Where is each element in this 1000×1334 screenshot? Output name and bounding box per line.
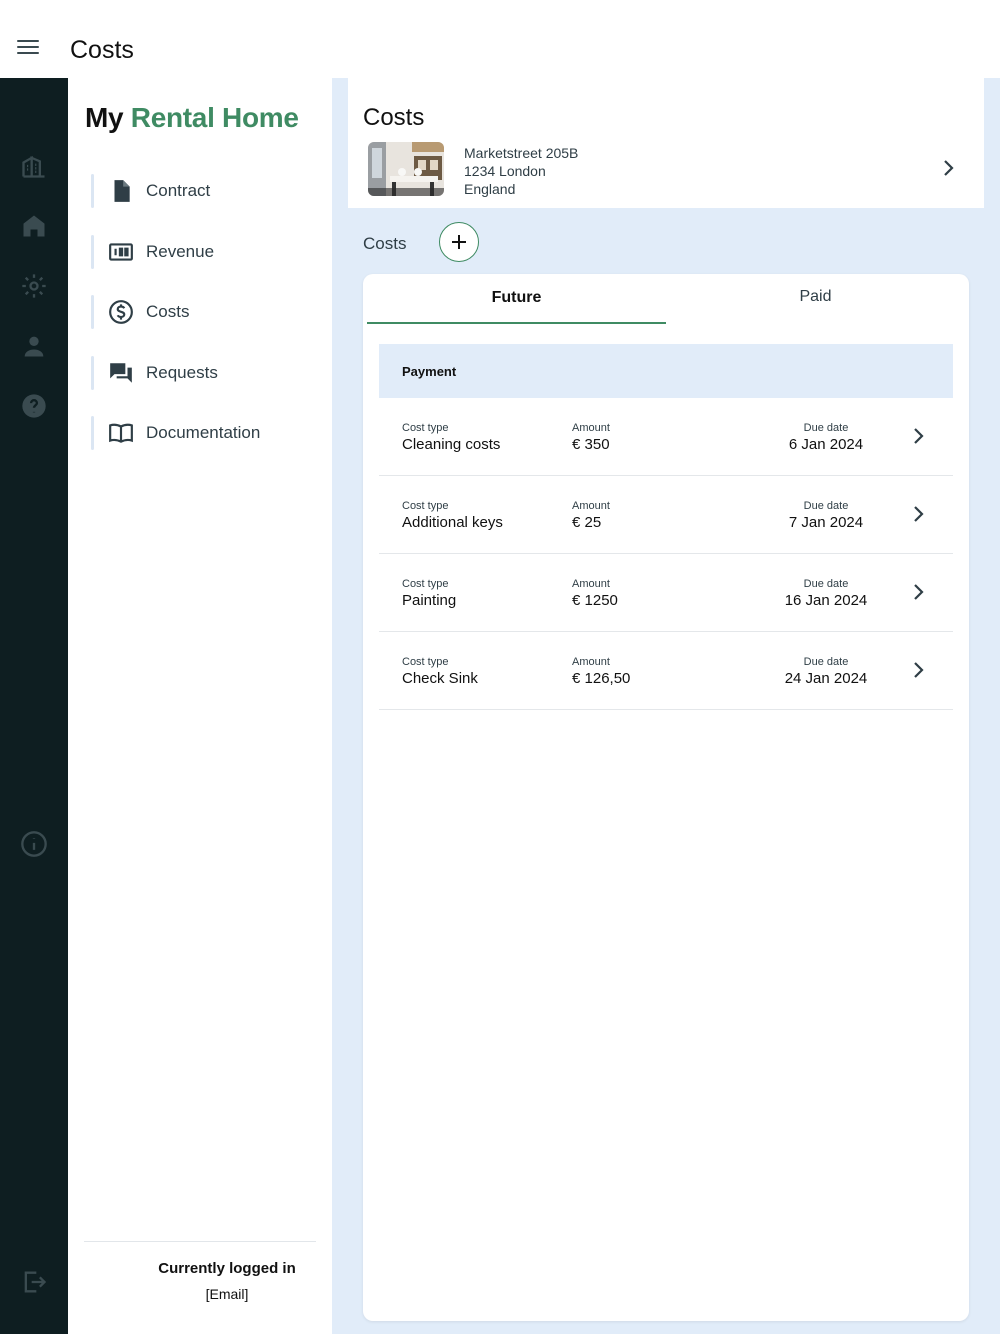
table-row[interactable]: Cost type Additional keys Amount € 25 Du…: [379, 476, 953, 554]
table-row[interactable]: Cost type Check Sink Amount € 126,50 Due…: [379, 632, 953, 710]
chevron-right-icon: [914, 584, 924, 600]
logout-icon[interactable]: [20, 1268, 48, 1296]
nav-item-revenue[interactable]: Revenue: [91, 235, 311, 269]
address-line-3: England: [464, 181, 516, 197]
info-icon[interactable]: [20, 830, 48, 858]
chevron-right-icon: [914, 506, 924, 522]
due-date-caption: Due date: [803, 578, 849, 590]
top-bar: Costs: [0, 0, 1000, 78]
buildings-icon[interactable]: [20, 152, 48, 180]
navigation-panel: My Rental Home Contract Revenue Costs Re…: [68, 78, 332, 1334]
nav-item-label: Costs: [146, 302, 190, 321]
amount-caption: Amount: [572, 422, 610, 434]
amount-value: € 25: [572, 514, 602, 531]
nav-item-contract[interactable]: Contract: [91, 174, 311, 208]
nav-item-label: Documentation: [146, 423, 261, 442]
main-content: Costs Marketstreet 205B 1234 London Engl…: [332, 78, 1000, 1334]
cost-type-value: Cleaning costs: [402, 436, 501, 453]
nav-item-requests[interactable]: Requests: [91, 356, 311, 390]
due-date-value: 24 Jan 2024: [784, 670, 868, 687]
chevron-right-icon: [914, 428, 924, 444]
brand-logo: My Rental Home: [85, 102, 299, 134]
chevron-right-icon[interactable]: [942, 158, 956, 178]
nav-item-label: Contract: [146, 181, 211, 200]
tab-future[interactable]: Future: [367, 274, 666, 324]
page-title: Costs: [70, 36, 134, 64]
chevron-right-icon: [914, 662, 924, 678]
costs-section-label: Costs: [363, 234, 407, 253]
help-icon[interactable]: [20, 392, 48, 420]
brand-my: My: [85, 102, 124, 133]
dollar-icon: [108, 299, 134, 325]
address-line-1: Marketstreet 205B: [464, 145, 579, 161]
nav-item-documentation[interactable]: Documentation: [91, 416, 311, 450]
nav-divider: [84, 1241, 316, 1242]
table-row[interactable]: Cost type Painting Amount € 1250 Due dat…: [379, 554, 953, 632]
nav-item-label: Revenue: [146, 242, 215, 261]
book-icon: [108, 420, 134, 446]
amount-value: € 126,50: [572, 670, 631, 687]
plus-icon: [452, 235, 466, 249]
property-address: Marketstreet 205B 1234 London England: [464, 144, 578, 198]
payment-heading: Payment: [379, 344, 953, 398]
amount-value: € 350: [572, 436, 610, 453]
cost-type-caption: Cost type: [402, 422, 449, 434]
due-date-caption: Due date: [803, 656, 849, 668]
address-line-2: 1234 London: [464, 163, 546, 179]
home-icon[interactable]: [20, 212, 48, 240]
banknote-icon: [108, 239, 134, 265]
hamburger-menu-icon[interactable]: [17, 40, 39, 56]
due-date-value: 6 Jan 2024: [788, 436, 864, 453]
document-icon: [108, 178, 134, 204]
add-cost-button[interactable]: [439, 222, 479, 262]
cost-type-value: Painting: [402, 592, 457, 609]
person-icon[interactable]: [20, 332, 48, 360]
due-date-caption: Due date: [803, 422, 849, 434]
amount-value: € 1250: [572, 592, 618, 609]
due-date-value: 7 Jan 2024: [788, 514, 864, 531]
icon-rail: [0, 78, 68, 1334]
cost-type-caption: Cost type: [402, 656, 449, 668]
amount-caption: Amount: [572, 578, 610, 590]
amount-caption: Amount: [572, 656, 610, 668]
nav-item-costs[interactable]: Costs: [91, 295, 311, 329]
tab-paid[interactable]: Paid: [666, 272, 965, 322]
chat-icon: [108, 360, 134, 386]
cost-type-caption: Cost type: [402, 500, 449, 512]
brand-rental-home: Rental Home: [130, 102, 299, 133]
amount-caption: Amount: [572, 500, 610, 512]
due-date-caption: Due date: [803, 500, 849, 512]
cost-type-caption: Cost type: [402, 578, 449, 590]
nav-item-label: Requests: [146, 363, 218, 382]
due-date-value: 16 Jan 2024: [784, 592, 868, 609]
header-title: Costs: [363, 104, 425, 131]
costs-list-card: Future Paid Payment Cost type Cleaning c…: [363, 274, 969, 1321]
gear-icon[interactable]: [20, 272, 48, 300]
property-header: Costs Marketstreet 205B 1234 London Engl…: [348, 78, 984, 208]
cost-type-value: Additional keys: [402, 514, 503, 531]
table-row[interactable]: Cost type Cleaning costs Amount € 350 Du…: [379, 398, 953, 476]
property-photo: [368, 142, 444, 196]
cost-type-value: Check Sink: [402, 670, 478, 687]
